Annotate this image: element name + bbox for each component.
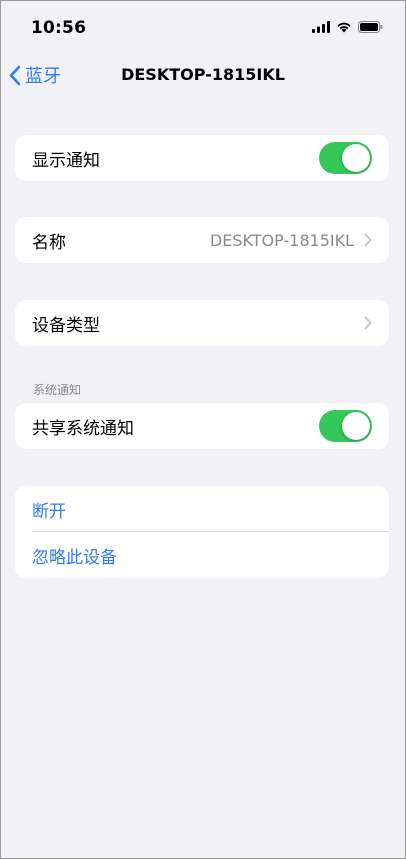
share-system-notifications-toggle[interactable] xyxy=(319,410,372,442)
toggle-knob xyxy=(342,144,370,172)
show-notifications-toggle[interactable] xyxy=(319,142,372,174)
forget-device-button[interactable]: 忽略此设备 xyxy=(15,532,389,578)
forget-device-label: 忽略此设备 xyxy=(32,547,117,568)
share-system-notifications-card: 共享系统通知 xyxy=(15,403,389,449)
battery-icon xyxy=(358,21,383,33)
status-time: 10:56 xyxy=(31,18,87,38)
chevron-right-icon xyxy=(364,233,372,247)
name-label: 名称 xyxy=(32,232,66,253)
show-notifications-row: 显示通知 xyxy=(15,135,389,181)
name-card: 名称 DESKTOP-1815IKL xyxy=(15,217,389,263)
cellular-signal-icon xyxy=(312,21,330,33)
chevron-right-icon xyxy=(364,316,372,330)
navigation-bar: 蓝牙 DESKTOP-1815IKL xyxy=(1,53,405,97)
device-actions-card: 断开 忽略此设备 xyxy=(15,486,389,578)
status-bar: 10:56 xyxy=(1,1,405,53)
toggle-knob xyxy=(342,412,370,440)
device-type-label: 设备类型 xyxy=(32,315,100,336)
share-system-notifications-row: 共享系统通知 xyxy=(15,403,389,449)
disconnect-label: 断开 xyxy=(32,501,66,522)
device-type-row[interactable]: 设备类型 xyxy=(15,300,389,346)
name-row[interactable]: 名称 DESKTOP-1815IKL xyxy=(15,217,389,263)
name-value: DESKTOP-1815IKL xyxy=(209,230,354,250)
device-type-card: 设备类型 xyxy=(15,300,389,346)
system-notifications-header: 系统通知 xyxy=(33,383,82,397)
status-icons xyxy=(312,21,383,33)
disconnect-button[interactable]: 断开 xyxy=(15,486,389,532)
wifi-icon xyxy=(337,22,351,33)
page-title: DESKTOP-1815IKL xyxy=(121,65,285,84)
show-notifications-card: 显示通知 xyxy=(15,135,389,181)
